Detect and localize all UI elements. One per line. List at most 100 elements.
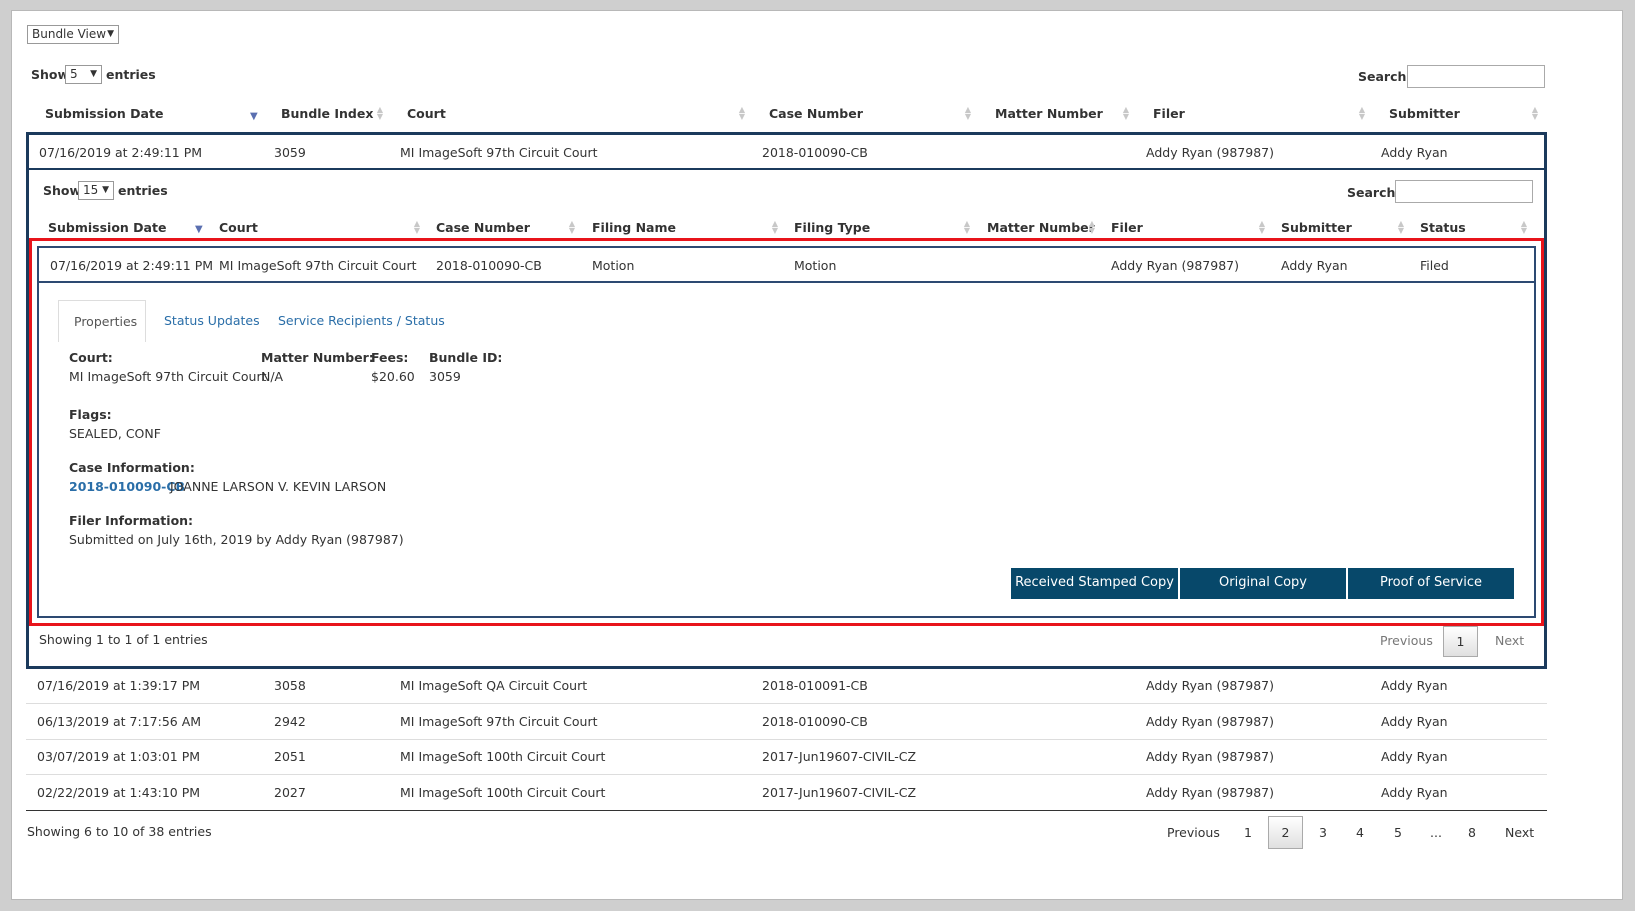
cell-court: MI ImageSoft 97th Circuit Court [400, 714, 598, 729]
cell-submitter: Addy Ryan [1281, 258, 1348, 273]
cell-court: MI ImageSoft 97th Circuit Court [400, 145, 598, 160]
page-3-button[interactable]: 3 [1319, 825, 1327, 840]
sort-icon: ▲ ▼ [568, 219, 576, 235]
col-filer[interactable]: Filer [1153, 106, 1185, 121]
inner-next-button[interactable]: Next [1495, 633, 1524, 648]
cell-index: 2027 [274, 785, 306, 800]
cell-filer: Addy Ryan (987987) [1146, 785, 1274, 800]
view-select[interactable]: Bundle View ▼ [27, 25, 119, 44]
cell-submitter: Addy Ryan [1381, 678, 1448, 693]
tab-properties[interactable]: Properties [58, 300, 146, 342]
pagination-ellipsis: ... [1430, 825, 1442, 840]
bundle-id-label: Bundle ID: [429, 350, 503, 365]
inner-page-length-select[interactable]: 15 ▼ [78, 181, 114, 200]
cell-case: 2018-010090-CB [762, 145, 868, 160]
cell-date: 02/22/2019 at 1:43:10 PM [37, 785, 201, 800]
cell-submitter: Addy Ryan [1381, 714, 1448, 729]
cell-filer: Addy Ryan (987987) [1146, 145, 1274, 160]
inner-previous-button[interactable]: Previous [1380, 633, 1433, 648]
court-value: MI ImageSoft 97th Circuit Court [69, 369, 267, 384]
case-info-label: Case Information: [69, 460, 195, 475]
tab-status-updates[interactable]: Status Updates [164, 313, 260, 328]
col-submitter[interactable]: Submitter [1281, 220, 1352, 235]
original-copy-button[interactable]: Original Copy [1180, 568, 1346, 599]
cell-date: 07/16/2019 at 2:49:11 PM [50, 258, 214, 273]
filer-info-value: Submitted on July 16th, 2019 by Addy Rya… [69, 532, 404, 547]
sort-icon: ▲ ▼ [1520, 219, 1528, 235]
cell-filer: Addy Ryan (987987) [1146, 678, 1274, 693]
cell-filing-type: Motion [794, 258, 837, 273]
col-submission-date[interactable]: Submission Date [45, 106, 163, 121]
proof-of-service-button[interactable]: Proof of Service [1348, 568, 1514, 599]
outer-page-length-select[interactable]: 5 ▼ [65, 65, 102, 84]
col-submission-date[interactable]: Submission Date [48, 220, 166, 235]
page-4-button[interactable]: 4 [1356, 825, 1364, 840]
tab-properties-label: Properties [74, 314, 138, 329]
col-matter-number[interactable]: Matter Number [995, 106, 1103, 121]
cell-index: 3058 [274, 678, 306, 693]
col-filer[interactable]: Filer [1111, 220, 1143, 235]
col-court[interactable]: Court [219, 220, 258, 235]
chevron-down-icon: ▼ [102, 185, 109, 195]
cell-case: 2018-010091-CB [762, 678, 868, 693]
cell-index: 2942 [274, 714, 306, 729]
col-bundle-index[interactable]: Bundle Index [281, 106, 373, 121]
cell-submitter: Addy Ryan [1381, 749, 1448, 764]
cell-case: 2018-010090-CB [762, 714, 868, 729]
cell-case: 2017-Jun19607-CIVIL-CZ [762, 749, 917, 764]
page-8-button[interactable]: 8 [1468, 825, 1476, 840]
cell-index: 2051 [274, 749, 306, 764]
outer-previous-button[interactable]: Previous [1167, 825, 1220, 840]
received-stamped-copy-button[interactable]: Received Stamped Copy [1011, 568, 1178, 599]
filing-row[interactable]: 07/16/2019 at 2:49:11 PM MI ImageSoft 97… [37, 246, 1536, 283]
page-1-button[interactable]: 1 [1244, 825, 1252, 840]
divider [26, 703, 1547, 704]
inner-search-input[interactable] [1395, 180, 1533, 203]
inner-page-1[interactable]: 1 [1443, 626, 1478, 657]
cell-court: MI ImageSoft 97th Circuit Court [219, 258, 417, 273]
col-case-number[interactable]: Case Number [436, 220, 530, 235]
sort-icon: ▲ ▼ [413, 219, 421, 235]
cell-court: MI ImageSoft QA Circuit Court [400, 678, 588, 693]
col-submitter[interactable]: Submitter [1389, 106, 1460, 121]
chevron-down-icon: ▼ [107, 29, 114, 39]
page-5-button[interactable]: 5 [1394, 825, 1402, 840]
cell-case: 2018-010090-CB [436, 258, 542, 273]
col-case-number[interactable]: Case Number [769, 106, 863, 121]
col-matter-number[interactable]: Matter Number [987, 220, 1095, 235]
bundle-id-value: 3059 [429, 369, 461, 384]
page-2-button[interactable]: 2 [1268, 816, 1303, 849]
sort-icon: ▲ ▼ [963, 219, 971, 235]
sort-icon: ▲ ▼ [738, 105, 746, 121]
sort-icon: ▲ ▼ [376, 105, 384, 121]
cell-court: MI ImageSoft 100th Circuit Court [400, 785, 606, 800]
sort-icon: ▲ ▼ [964, 105, 972, 121]
cell-date: 06/13/2019 at 7:17:56 AM [37, 714, 202, 729]
view-select-value: Bundle View [32, 27, 107, 41]
matter-label: Matter Number: [261, 350, 374, 365]
outer-search-input[interactable] [1407, 65, 1545, 88]
tab-service-recipients[interactable]: Service Recipients / Status [278, 313, 445, 328]
matter-value: N/A [261, 369, 284, 384]
cell-case: 2017-Jun19607-CIVIL-CZ [762, 785, 917, 800]
inner-search-label: Search: [1347, 185, 1401, 200]
col-filing-name[interactable]: Filing Name [592, 220, 676, 235]
sort-icon: ▲ ▼ [1397, 219, 1405, 235]
col-court[interactable]: Court [407, 106, 446, 121]
inner-page-length-value: 15 [83, 183, 99, 197]
outer-next-button[interactable]: Next [1505, 825, 1534, 840]
cell-status: Filed [1420, 258, 1449, 273]
cell-date: 03/07/2019 at 1:03:01 PM [37, 749, 201, 764]
flags-label: Flags: [69, 407, 112, 422]
cell-submitter: Addy Ryan [1381, 145, 1448, 160]
sort-icon: ▲ ▼ [1122, 105, 1130, 121]
col-filing-type[interactable]: Filing Type [794, 220, 870, 235]
fees-value: $20.60 [371, 369, 415, 384]
outer-table-info: Showing 6 to 10 of 38 entries [27, 824, 212, 839]
outer-search-label: Search: [1358, 69, 1412, 84]
case-number-link[interactable]: 2018-010090-CB [69, 479, 185, 494]
sort-icon: ▲ ▼ [1088, 219, 1096, 235]
case-title: JOANNE LARSON V. KEVIN LARSON [170, 479, 387, 494]
col-status[interactable]: Status [1420, 220, 1466, 235]
cell-date: 07/16/2019 at 2:49:11 PM [39, 145, 203, 160]
